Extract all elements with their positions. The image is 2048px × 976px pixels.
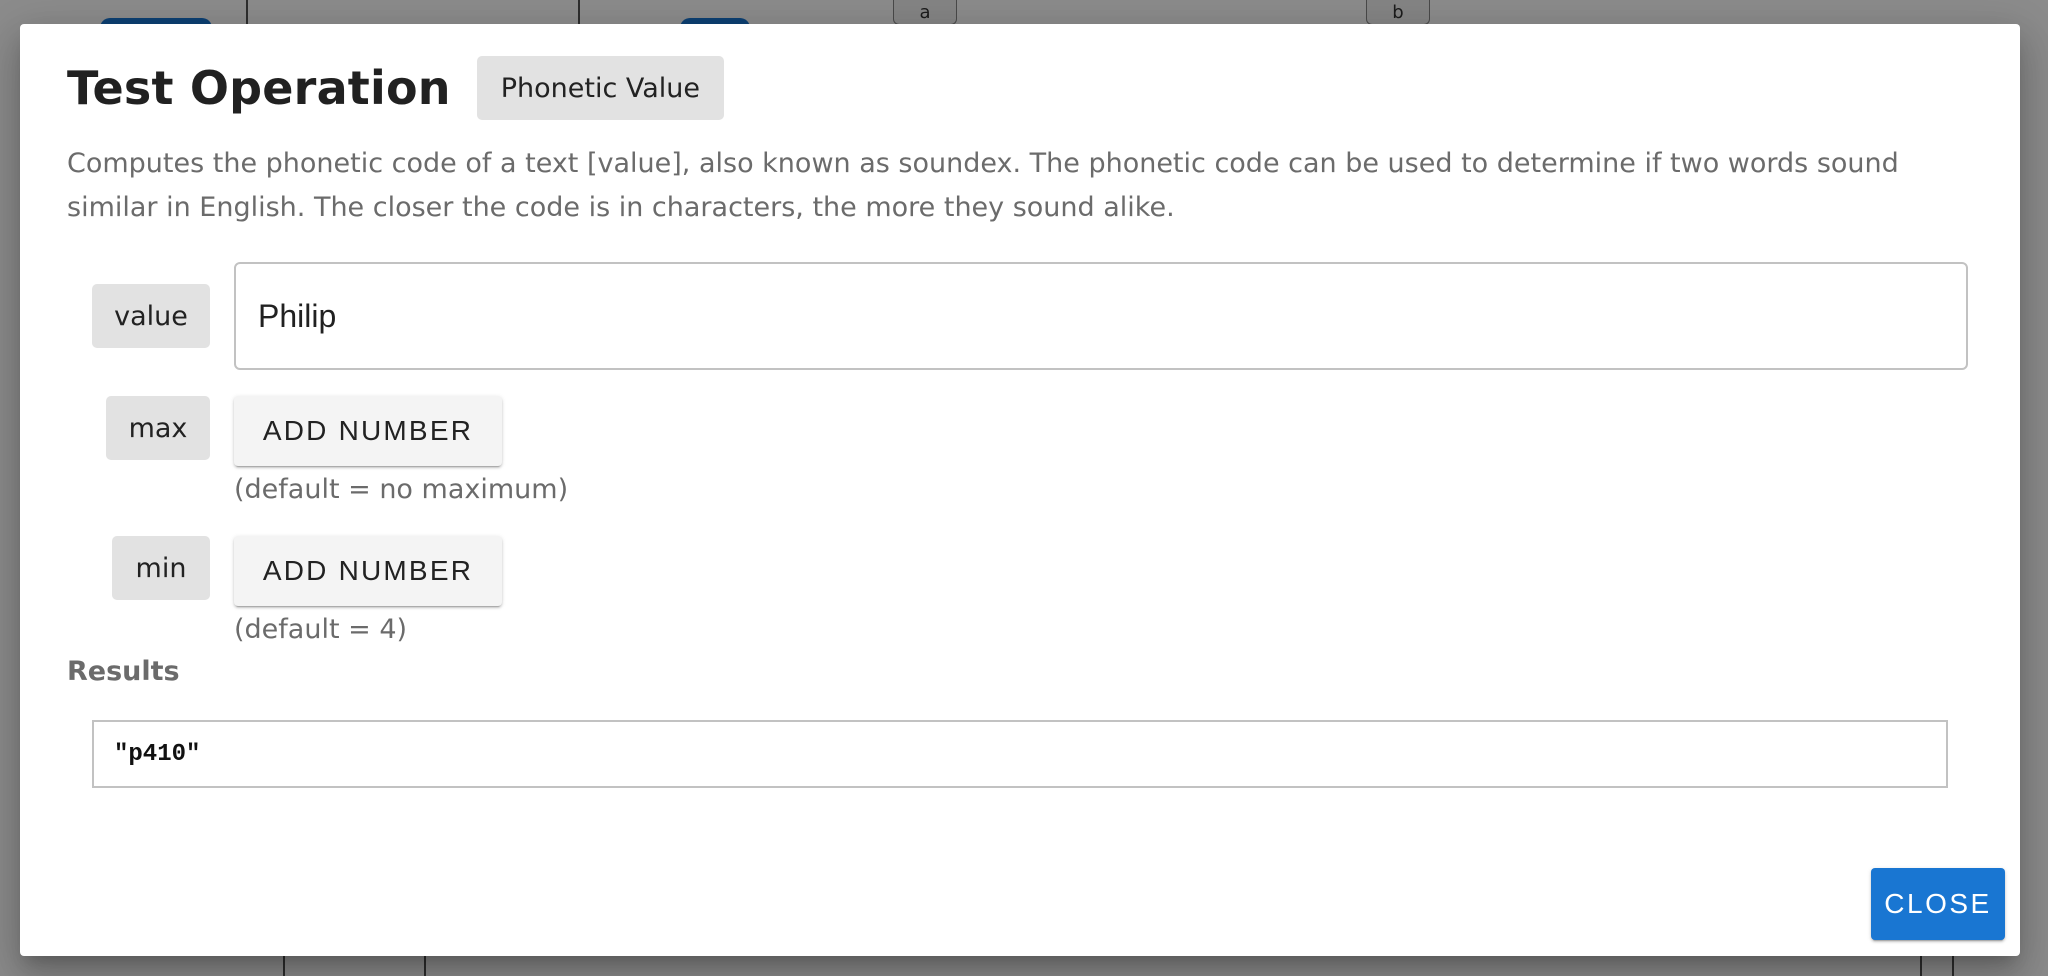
dialog-title: Test Operation [67, 61, 451, 115]
min-default-hint: (default = 4) [234, 614, 408, 645]
results-label: Results [67, 656, 180, 687]
max-default-hint: (default = no maximum) [234, 474, 569, 505]
close-button[interactable]: CLOSE [1871, 868, 2005, 940]
results-output: "p410" [92, 720, 1948, 788]
param-label-max: max [106, 396, 210, 460]
min-add-number-button[interactable]: ADD NUMBER [234, 536, 502, 606]
value-input[interactable] [234, 262, 1968, 370]
max-add-number-button[interactable]: ADD NUMBER [234, 396, 502, 466]
operation-name-chip: Phonetic Value [476, 56, 725, 120]
param-label-value: value [92, 284, 210, 348]
operation-description: Computes the phonetic code of a text [va… [67, 148, 1899, 223]
param-label-min: min [112, 536, 210, 600]
test-operation-dialog: Test Operation Phonetic Value Computes t… [20, 24, 2020, 956]
dialog-header: Test Operation Phonetic Value [67, 56, 725, 120]
